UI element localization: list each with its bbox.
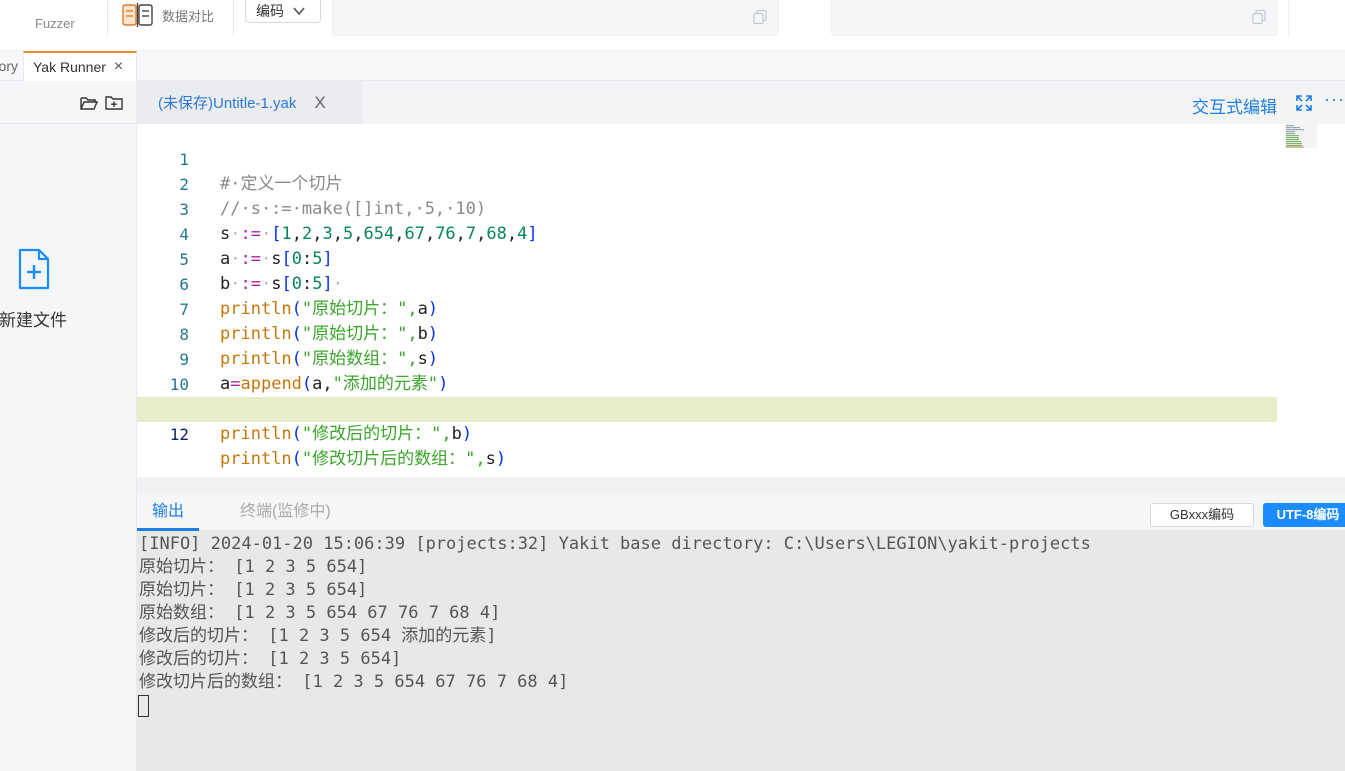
output-line: 修改后的切片： [1 2 3 5 654 添加的元素] xyxy=(139,626,497,646)
tab-terminal[interactable]: 终端(监修中) xyxy=(225,493,346,531)
encode-dropdown[interactable]: 编码 xyxy=(245,0,321,23)
editor-tab-untitle[interactable]: (未保存)Untitle-1.yak X xyxy=(137,81,363,124)
file-add-icon[interactable] xyxy=(17,248,51,290)
editor-splitter[interactable] xyxy=(137,477,1345,493)
output-line: 修改切片后的数组： [1 2 3 5 654 67 76 7 68 4] xyxy=(139,672,569,692)
gbxxx-encoding-button[interactable]: GBxxx编码 xyxy=(1150,503,1254,527)
output-line: 原始切片： [1 2 3 5 654] xyxy=(139,557,368,577)
code-line: 4 a·:=·s[0:5] xyxy=(137,197,1277,269)
tab-history[interactable]: ory xyxy=(0,51,22,81)
tab-output[interactable]: 输出 xyxy=(137,493,200,531)
minimap[interactable] xyxy=(1285,124,1317,148)
data-compare-label: 数据对比 xyxy=(162,8,215,24)
code-line: 11 println("修改后的切片：",b) xyxy=(137,372,1277,444)
toolbar-divider xyxy=(107,0,108,36)
toolbar-right-panel xyxy=(1288,0,1345,36)
tab-yak-runner[interactable]: Yak Runner × xyxy=(23,51,137,81)
encode-label: 编码 xyxy=(256,3,284,19)
code-line: 9 a=append(a,"添加的元素") xyxy=(137,322,1277,394)
tab-yak-runner-label: Yak Runner xyxy=(33,59,106,75)
fuzzer-label[interactable]: Fuzzer xyxy=(35,16,75,31)
code-line: 1 #·定义一个切片 xyxy=(137,122,1277,194)
main-tab-strip: ory Yak Runner × xyxy=(0,51,1345,81)
input-box-left[interactable] xyxy=(332,0,779,36)
code-line: 2 //·s·:=·make([]int,·5,·10) xyxy=(137,147,1277,219)
editor-tab-title: (未保存)Untitle-1.yak xyxy=(158,95,297,112)
code-line: 8 println("原始数组：",s) xyxy=(137,297,1277,369)
toolbar-divider xyxy=(233,0,234,36)
compare-icon xyxy=(122,3,153,27)
more-options-icon[interactable]: ··· xyxy=(1324,89,1345,110)
terminal-cursor xyxy=(138,695,149,717)
output-tab-bar: 输出 终端(监修中) GBxxx编码 UTF-8编码 xyxy=(137,493,1345,531)
code-line-active: 12 println("修改切片后的数组：",s) xyxy=(137,397,1277,469)
sidebar-header xyxy=(0,81,136,124)
utf8-encoding-button[interactable]: UTF-8编码 xyxy=(1263,503,1345,527)
close-icon[interactable]: X xyxy=(314,93,325,113)
editor-tab-bar: (未保存)Untitle-1.yak X 交互式编辑 ··· xyxy=(137,81,1345,124)
code-line: 5 b·:=·s[0:5]· xyxy=(137,222,1277,294)
output-line: 修改后的切片： [1 2 3 5 654] xyxy=(139,649,402,669)
new-file-label[interactable]: 新建文件 xyxy=(0,306,67,331)
folder-open-icon[interactable] xyxy=(80,95,98,111)
expand-icon[interactable] xyxy=(1295,94,1313,112)
output-line: 原始切片： [1 2 3 5 654] xyxy=(139,580,368,600)
copy-icon[interactable] xyxy=(1251,9,1267,25)
line-number: 12 xyxy=(169,425,189,444)
code-line: 10 println("修改后的切片：",a) xyxy=(137,347,1277,419)
code-editor[interactable]: 1 #·定义一个切片 2 //·s·:=·make([]int,·5,·10) … xyxy=(137,124,1345,477)
copy-icon[interactable] xyxy=(752,9,768,25)
top-toolbar: Fuzzer 数据对比 编码 xyxy=(0,0,1345,51)
code-line: 7 println("原始切片：",b) xyxy=(137,272,1277,344)
file-sidebar: 新建文件 xyxy=(0,81,137,771)
chevron-down-icon xyxy=(293,7,305,16)
output-terminal[interactable]: [INFO] 2024-01-20 15:06:39 [projects:32]… xyxy=(137,531,1345,771)
output-line: [INFO] 2024-01-20 15:06:39 [projects:32]… xyxy=(139,534,1091,554)
output-line: 原始数组： [1 2 3 5 654 67 76 7 68 4] xyxy=(139,603,501,623)
close-icon[interactable]: × xyxy=(114,58,123,76)
code-line: 3 s·:=·[1,2,3,5,654,67,76,7,68,4] xyxy=(137,172,1277,244)
tab-history-label: ory xyxy=(0,58,18,74)
interactive-edit-button[interactable]: 交互式编辑 xyxy=(1192,93,1277,118)
data-compare-button[interactable]: 数据对比 xyxy=(122,2,214,28)
folder-add-icon[interactable] xyxy=(105,95,123,111)
input-box-right[interactable] xyxy=(831,0,1278,36)
code-line: 6 println("原始切片：",a) xyxy=(137,247,1277,319)
